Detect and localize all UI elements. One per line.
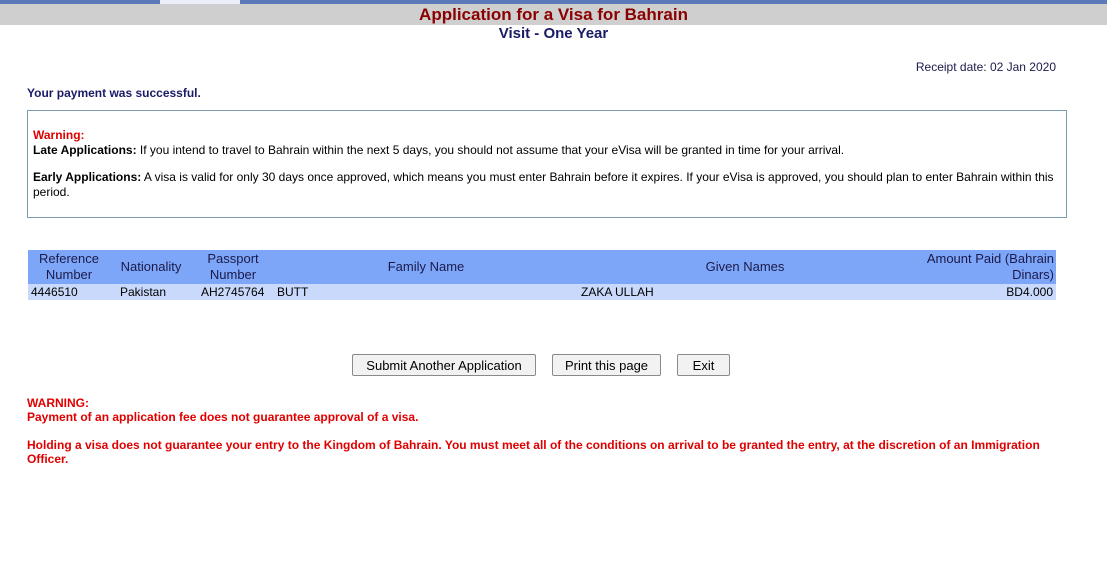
early-applications-label: Early Applications: bbox=[33, 170, 142, 184]
early-applications-text: A visa is valid for only 30 days once ap… bbox=[33, 170, 1054, 199]
col-family-name: Family Name bbox=[274, 250, 578, 284]
visa-type-subtitle: Visit - One Year bbox=[498, 25, 609, 42]
cell-given-names: ZAKA ULLAH bbox=[578, 284, 912, 300]
bottom-warning-heading: WARNING: bbox=[27, 396, 89, 410]
bottom-warning: WARNING: Payment of an application fee d… bbox=[27, 396, 1067, 466]
warning-box: Warning: Late Applications: If you inten… bbox=[27, 110, 1067, 218]
warning-heading: Warning: bbox=[33, 128, 85, 142]
page-header: Application for a Visa for Bahrain bbox=[0, 4, 1107, 25]
late-applications-label: Late Applications: bbox=[33, 143, 137, 157]
col-passport-number: Passport Number bbox=[192, 250, 274, 284]
cell-amount-paid: BD4.000 bbox=[912, 284, 1056, 300]
submit-another-application-button[interactable]: Submit Another Application bbox=[352, 354, 536, 376]
action-buttons: Submit Another Application Print this pa… bbox=[0, 354, 1107, 378]
table-row: 4446510 Pakistan AH2745764 BUTT ZAKA ULL… bbox=[28, 284, 1056, 300]
page-title: Application for a Visa for Bahrain bbox=[419, 5, 688, 24]
exit-button[interactable]: Exit bbox=[677, 354, 730, 376]
col-amount-paid: Amount Paid (Bahrain Dinars) bbox=[912, 250, 1056, 284]
late-applications-text: If you intend to travel to Bahrain withi… bbox=[136, 143, 845, 157]
receipt-date-value: 02 Jan 2020 bbox=[989, 60, 1056, 74]
col-nationality: Nationality bbox=[110, 250, 192, 284]
receipt-date-label: Receipt date: bbox=[915, 60, 987, 74]
receipt-date: Receipt date: 02 Jan 2020 bbox=[916, 60, 1056, 74]
table-header-row: Reference Number Nationality Passport Nu… bbox=[28, 250, 1056, 284]
application-summary-table: Reference Number Nationality Passport Nu… bbox=[28, 250, 1056, 300]
col-reference-number: Reference Number bbox=[28, 250, 110, 284]
cell-nationality: Pakistan bbox=[110, 284, 192, 300]
print-page-button[interactable]: Print this page bbox=[552, 354, 661, 376]
cell-family-name: BUTT bbox=[274, 284, 578, 300]
cell-passport-number: AH2745764 bbox=[192, 284, 274, 300]
bottom-warning-line1: Payment of an application fee does not g… bbox=[27, 410, 419, 424]
col-given-names: Given Names bbox=[578, 250, 912, 284]
bottom-warning-line2: Holding a visa does not guarantee your e… bbox=[27, 438, 1040, 466]
payment-success-message: Your payment was successful. bbox=[27, 86, 201, 100]
cell-reference-number: 4446510 bbox=[28, 284, 110, 300]
